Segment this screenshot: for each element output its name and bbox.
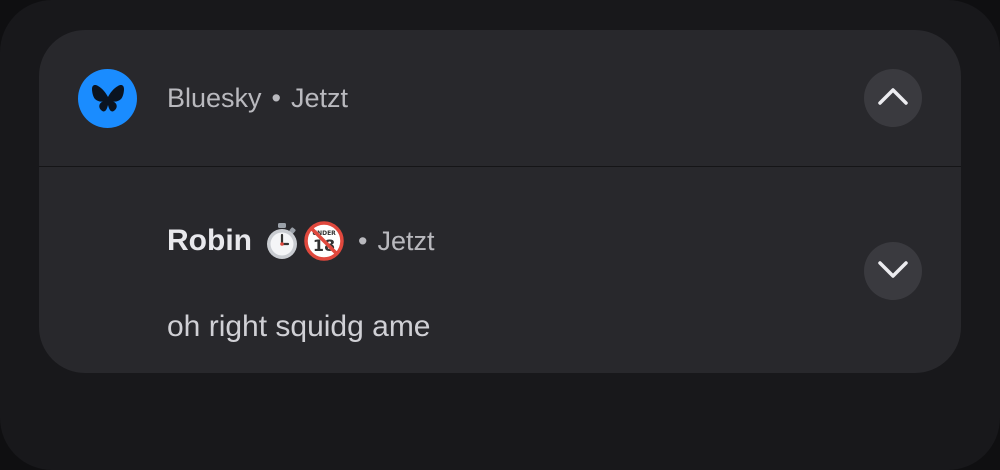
message-text: oh right squidg ame xyxy=(167,310,431,343)
collapse-button[interactable] xyxy=(864,69,922,127)
butterfly-icon xyxy=(78,69,137,128)
stopwatch-emoji xyxy=(264,222,304,260)
sender-line: Robin UNDER 18 • Jetzt xyxy=(167,221,434,261)
message-timestamp: Jetzt xyxy=(377,225,435,256)
app-name: Bluesky xyxy=(167,83,262,113)
expand-button[interactable] xyxy=(864,242,922,300)
notification-shade: Bluesky • Jetzt Robin UNDER 18 • Jetzt o… xyxy=(0,0,1000,470)
notification-header-text: Bluesky • Jetzt xyxy=(167,80,348,116)
sender-name: Robin xyxy=(167,224,252,257)
separator-dot: • xyxy=(357,225,368,256)
separator-dot: • xyxy=(271,83,281,113)
chevron-up-icon xyxy=(877,86,909,111)
notification-card[interactable]: Bluesky • Jetzt Robin UNDER 18 • Jetzt o… xyxy=(39,30,961,373)
chevron-down-icon xyxy=(877,259,909,284)
no-one-under-eighteen-emoji: UNDER 18 xyxy=(304,221,348,261)
header-timestamp: Jetzt xyxy=(291,83,349,113)
message-row[interactable]: Robin UNDER 18 • Jetzt oh right squidg a… xyxy=(39,167,961,373)
sender-emojis: UNDER 18 xyxy=(264,221,348,261)
notification-header[interactable]: Bluesky • Jetzt xyxy=(39,30,961,166)
